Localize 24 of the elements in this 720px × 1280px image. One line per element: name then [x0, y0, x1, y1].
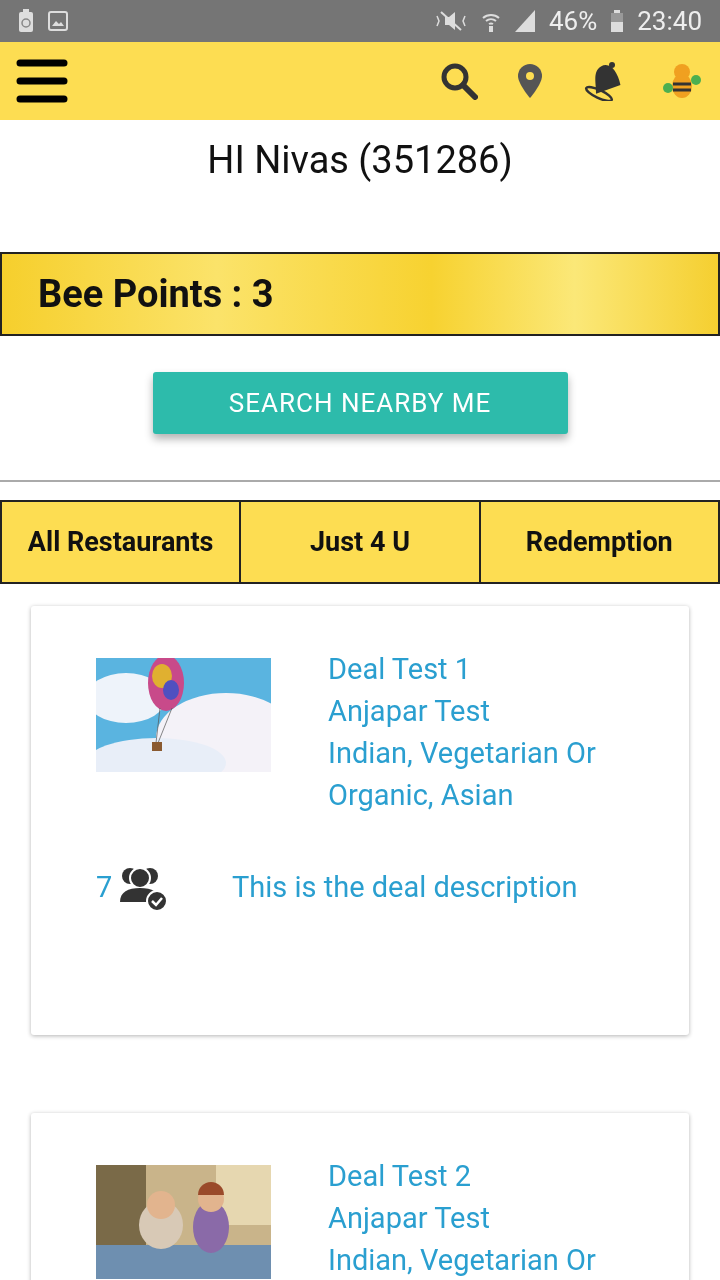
clock: 23:40 [637, 6, 702, 36]
deal-description: This is the deal description [232, 870, 578, 904]
bell-icon[interactable] [582, 61, 622, 101]
mute-icon [434, 10, 467, 32]
filter-tab[interactable]: Just 4 U [239, 500, 481, 584]
menu-icon[interactable] [16, 59, 68, 103]
cuisine-list: Indian, Vegetarian Or Organic, Asian [328, 732, 628, 816]
bee-points-banner: Bee Points : 3 [0, 252, 720, 336]
location-pin-icon[interactable] [518, 64, 542, 98]
filter-tab[interactable]: Redemption [478, 500, 720, 584]
battery-percent: 46% [548, 6, 598, 36]
greeting: HI Nivas (351286) [206, 138, 514, 184]
image-icon [48, 11, 68, 31]
battery-icon [611, 10, 624, 32]
restaurant-name: Anjapar Test [328, 693, 491, 730]
battery-saver-icon [18, 9, 34, 33]
deal-title: Deal Test 1 [328, 651, 473, 688]
claim-count: 7 [96, 870, 114, 904]
deal-title: Deal Test 2 [328, 1158, 473, 1195]
restaurant-name: Anjapar Test [328, 1200, 491, 1237]
search-icon[interactable] [440, 62, 478, 100]
signal-icon [514, 10, 535, 32]
cuisine-list: Indian, Vegetarian Or [328, 1239, 628, 1280]
filter-tab[interactable]: All Restaurants [0, 500, 242, 584]
